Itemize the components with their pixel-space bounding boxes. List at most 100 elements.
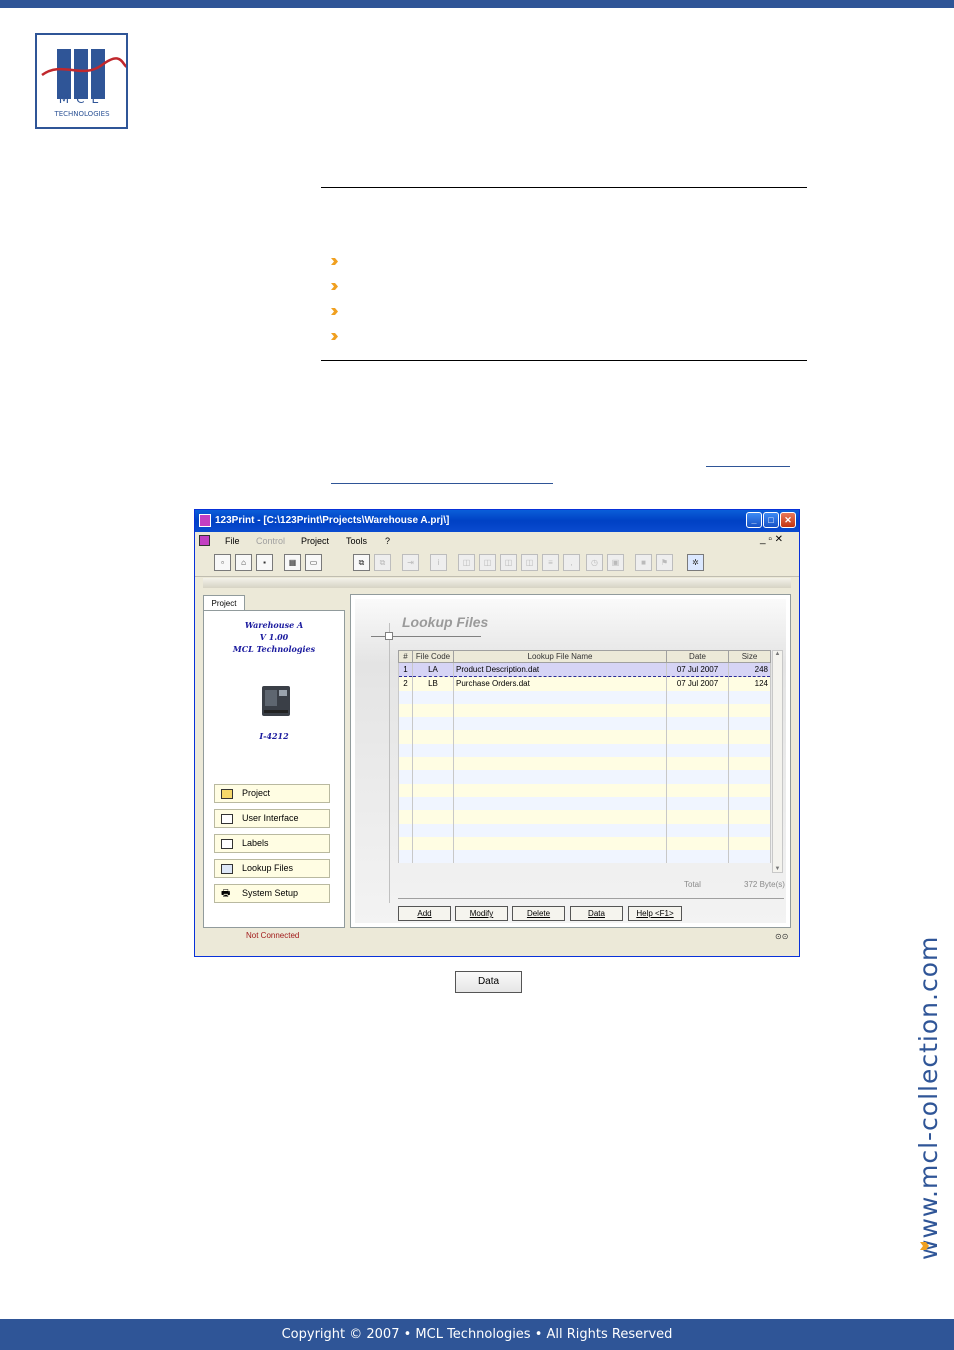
connection-icon: ⊙⊙ bbox=[775, 932, 789, 941]
hyperlink-underline[interactable] bbox=[706, 466, 790, 467]
mdi-controls-icon[interactable]: _ ▫ ✕ bbox=[760, 534, 783, 545]
project-panel: Warehouse A V 1.00 MCL Technologies I-42… bbox=[203, 610, 345, 928]
save-icon[interactable]: ▪ bbox=[256, 554, 273, 571]
table-row-empty[interactable] bbox=[398, 783, 771, 797]
printer-model: I-4212 bbox=[259, 731, 289, 741]
table-row[interactable]: 2 LB Purchase Orders.dat 07 Jul 2007 124 bbox=[398, 676, 771, 691]
col-lookup-file-name[interactable]: Lookup File Name bbox=[453, 650, 667, 663]
menu-control[interactable]: Control bbox=[256, 536, 285, 546]
nav-project-button[interactable]: Project bbox=[214, 784, 330, 803]
tool-icon[interactable]: ◫ bbox=[521, 554, 538, 571]
table-row-empty[interactable] bbox=[398, 796, 771, 811]
nav-labels-button[interactable]: Labels bbox=[214, 834, 330, 853]
cell-size: 248 bbox=[728, 661, 771, 678]
add-button[interactable]: Add bbox=[398, 906, 451, 921]
flag-icon[interactable]: ⚑ bbox=[656, 554, 673, 571]
project-icon bbox=[221, 789, 233, 799]
user-interface-icon bbox=[221, 814, 233, 824]
tab-project[interactable]: Project bbox=[203, 595, 245, 611]
new-icon[interactable]: ▫ bbox=[214, 554, 231, 571]
minimize-button[interactable]: _ bbox=[746, 512, 762, 528]
settings-icon[interactable]: ✲ bbox=[687, 554, 704, 571]
table-row-empty[interactable] bbox=[398, 850, 771, 864]
tool-icon[interactable]: , bbox=[563, 554, 580, 571]
hyperlink-underline[interactable] bbox=[331, 483, 553, 484]
col-date[interactable]: Date bbox=[666, 650, 729, 663]
title-line bbox=[389, 623, 390, 903]
window-title: 123Print - [C:\123Print\Projects\Warehou… bbox=[215, 515, 450, 526]
nav-system-setup-label: System Setup bbox=[242, 888, 299, 898]
paste-icon[interactable]: ⧉ bbox=[374, 554, 391, 571]
open-icon[interactable]: ⌂ bbox=[235, 554, 252, 571]
table-header-row: # File Code Lookup File Name Date Size bbox=[398, 650, 771, 663]
monitor-icon[interactable]: ▣ bbox=[607, 554, 624, 571]
col-number[interactable]: # bbox=[398, 650, 413, 663]
vertical-scrollbar[interactable]: ▲ ▼ bbox=[772, 650, 783, 873]
close-button[interactable]: ✕ bbox=[780, 512, 796, 528]
top-bar bbox=[0, 0, 954, 8]
lookup-files-table: # File Code Lookup File Name Date Size 1… bbox=[398, 650, 771, 864]
menu-bar: File Control Project Tools ? _ ▫ ✕ bbox=[195, 532, 799, 550]
printer-image bbox=[256, 680, 296, 720]
logo-letter-c: C bbox=[76, 92, 92, 106]
tool-icon[interactable]: ≡ bbox=[542, 554, 559, 571]
bullet-arrow-icon bbox=[331, 258, 338, 265]
maximize-button[interactable]: □ bbox=[763, 512, 779, 528]
table-row-empty[interactable] bbox=[398, 836, 771, 851]
mcl-logo: MCL TECHNOLOGIES bbox=[35, 33, 128, 129]
table-row[interactable]: 1 LA Product Description.dat 07 Jul 2007… bbox=[398, 661, 771, 678]
delete-button[interactable]: Delete bbox=[512, 906, 565, 921]
top-rule bbox=[321, 187, 807, 188]
export-icon[interactable]: ⇥ bbox=[402, 554, 419, 571]
table-row-empty[interactable] bbox=[398, 730, 771, 744]
tool-icon[interactable]: ◫ bbox=[479, 554, 496, 571]
table-row-empty[interactable] bbox=[398, 770, 771, 784]
table-row-empty[interactable] bbox=[398, 743, 771, 758]
tool-icon[interactable]: ◫ bbox=[500, 554, 517, 571]
clock-icon[interactable]: ◷ bbox=[586, 554, 603, 571]
menu-project[interactable]: Project bbox=[301, 536, 329, 546]
table-row-empty[interactable] bbox=[398, 690, 771, 704]
col-file-code[interactable]: File Code bbox=[412, 650, 454, 663]
menu-help[interactable]: ? bbox=[385, 536, 390, 546]
title-bar: 123Print - [C:\123Print\Projects\Warehou… bbox=[195, 510, 799, 532]
table-row-empty[interactable] bbox=[398, 717, 771, 731]
ui-icon[interactable]: ▭ bbox=[305, 554, 322, 571]
cell-number: 1 bbox=[398, 661, 413, 678]
cell-date: 07 Jul 2007 bbox=[666, 676, 729, 691]
separator-band bbox=[203, 578, 791, 588]
menu-file[interactable]: File bbox=[225, 536, 240, 546]
cell-file-code: LB bbox=[412, 676, 454, 691]
info-icon[interactable]: i bbox=[430, 554, 447, 571]
bullet-arrow-icon bbox=[331, 333, 338, 340]
nav-lookup-files-button[interactable]: Lookup Files bbox=[214, 859, 330, 878]
help-button[interactable]: Help <F1> bbox=[628, 906, 682, 921]
scroll-up-icon[interactable]: ▲ bbox=[773, 651, 782, 657]
scroll-down-icon[interactable]: ▼ bbox=[773, 866, 782, 872]
table-row-empty[interactable] bbox=[398, 823, 771, 837]
project-name: Warehouse A bbox=[244, 620, 304, 630]
footer: Copyright © 2007 • MCL Technologies • Al… bbox=[0, 1319, 954, 1350]
modify-button[interactable]: Modify bbox=[455, 906, 508, 921]
nav-labels-label: Labels bbox=[242, 838, 269, 848]
copy-icon[interactable]: ⧉ bbox=[353, 554, 370, 571]
connection-status: Not Connected bbox=[246, 931, 300, 940]
stop-icon[interactable]: ■ bbox=[635, 554, 652, 571]
total-value: 372 Byte(s) bbox=[744, 880, 785, 889]
cell-file-code: LA bbox=[412, 661, 454, 678]
nav-user-interface-button[interactable]: User Interface bbox=[214, 809, 330, 828]
labels-icon[interactable]: ▦ bbox=[284, 554, 301, 571]
data-button-sample[interactable]: Data bbox=[455, 971, 522, 993]
data-button[interactable]: Data bbox=[570, 906, 623, 921]
table-row-empty[interactable] bbox=[398, 757, 771, 771]
menu-tools[interactable]: Tools bbox=[346, 536, 367, 546]
lookup-files-icon bbox=[221, 864, 233, 874]
app-window: 123Print - [C:\123Print\Projects\Warehou… bbox=[194, 509, 800, 957]
table-row-empty[interactable] bbox=[398, 810, 771, 824]
table-row-empty[interactable] bbox=[398, 703, 771, 718]
col-size[interactable]: Size bbox=[728, 650, 771, 663]
toolbar: ▫ ⌂ ▪ ▦ ▭ ⧉ ⧉ ⇥ i ◫ ◫ ◫ ◫ ≡ , ◷ ▣ ■ ⚑ ✲ bbox=[195, 550, 799, 577]
website-text: www.mcl-collection.com bbox=[914, 935, 943, 1260]
nav-system-setup-button[interactable]: 🖶 System Setup bbox=[214, 884, 330, 903]
tool-icon[interactable]: ◫ bbox=[458, 554, 475, 571]
